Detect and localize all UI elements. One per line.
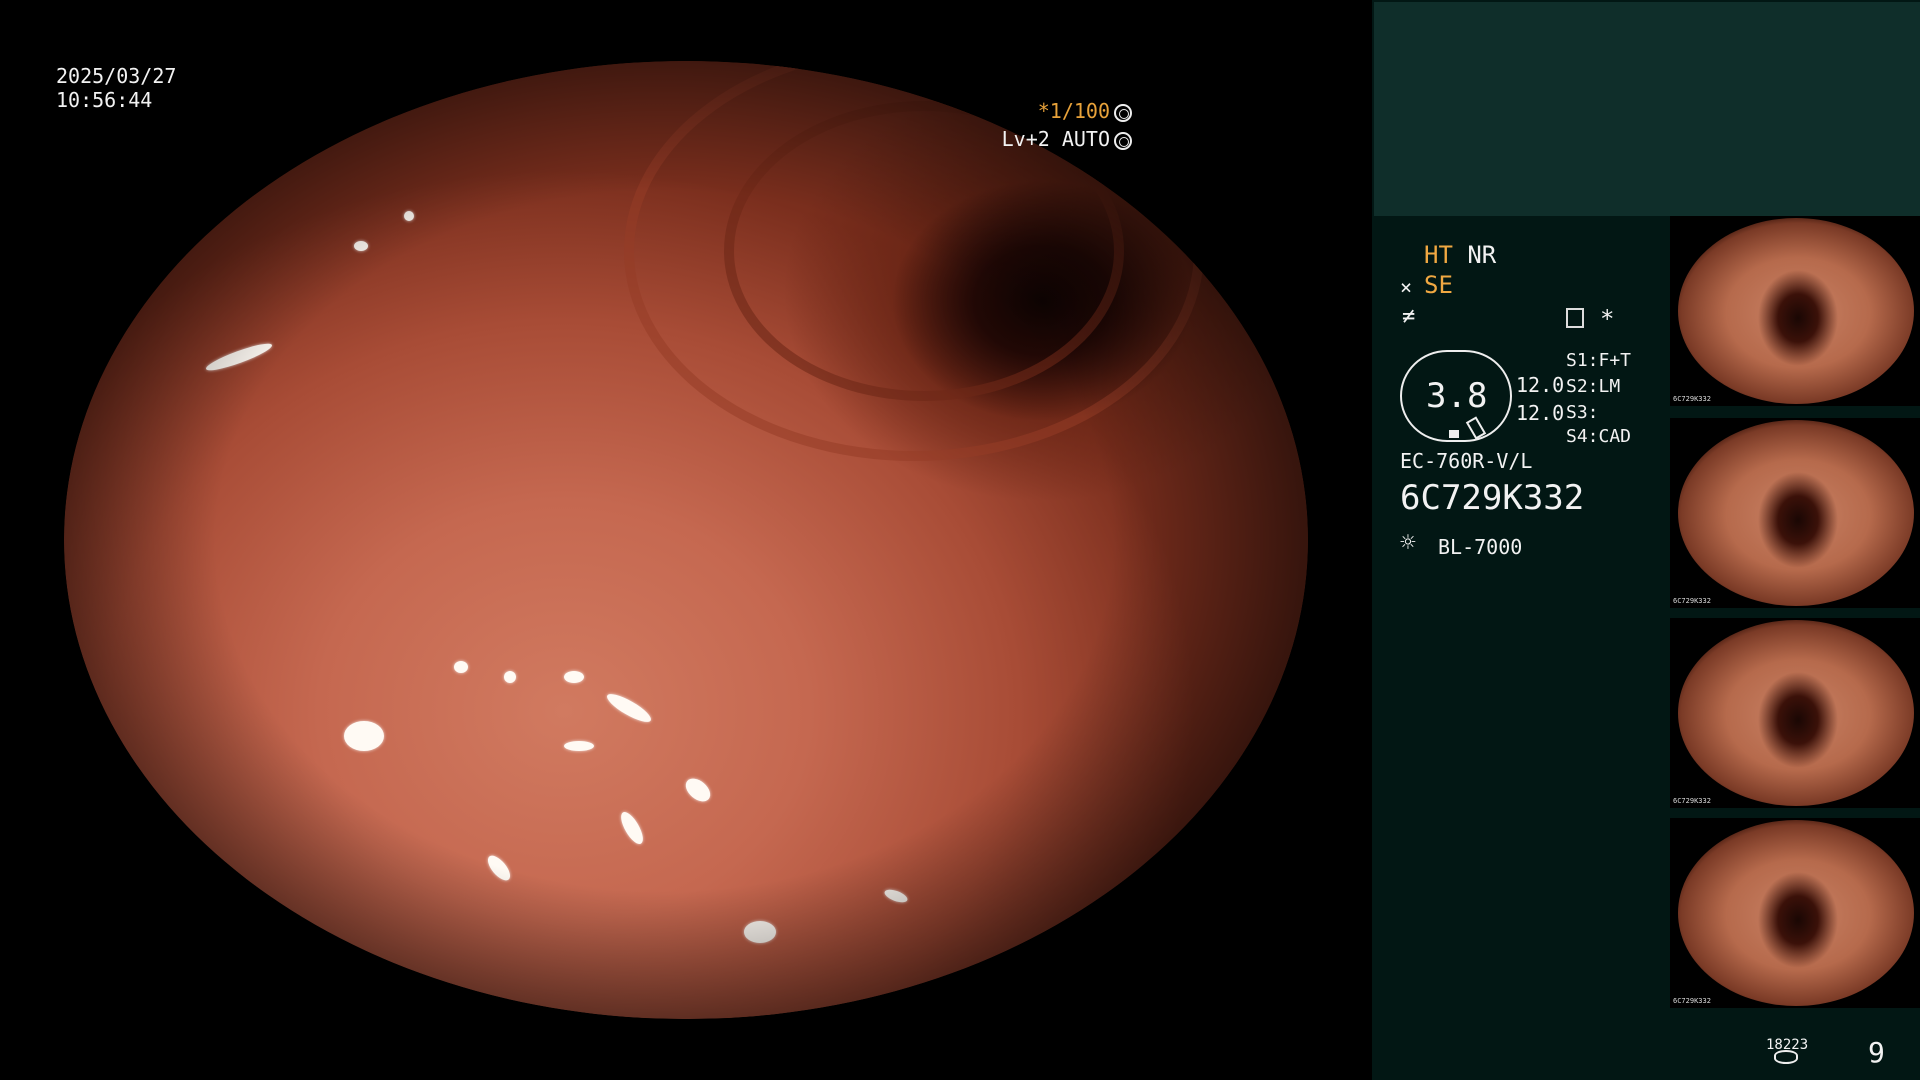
thumbnail-image	[1678, 820, 1914, 1006]
thumbnail-4[interactable]: 6C729K332	[1670, 818, 1920, 1008]
shutter-label: *1/100	[1037, 99, 1110, 123]
exam-time: 10:56:44	[56, 88, 153, 112]
auto-iris-icon	[1114, 131, 1132, 150]
se-label: SE	[1424, 271, 1453, 299]
thumbnail-3[interactable]: 6C729K332	[1670, 618, 1920, 808]
scope-serial: 6C729K332	[1400, 478, 1585, 518]
ht-nr-indicator: HT NR	[1424, 242, 1496, 268]
thumbnail-image	[1678, 620, 1914, 806]
s4-label: S4:CAD	[1566, 426, 1632, 447]
sun-icon: ☼	[1400, 528, 1416, 558]
specular-highlight	[603, 689, 655, 727]
thumbnail-2[interactable]: 6C729K332	[1670, 418, 1920, 608]
star-indicator: *	[1600, 305, 1615, 333]
scope-model: EC-760R-V/L	[1400, 449, 1533, 473]
specular-highlight	[744, 921, 776, 943]
gauge-value: 3.8	[1426, 376, 1488, 416]
endoscope-view: 2025/03/27 10:56:44 *1/100 Lv+2 AUTO	[0, 0, 1372, 1080]
specular-highlight	[483, 852, 515, 884]
thumbnail-image	[1678, 218, 1914, 404]
specular-highlight	[616, 808, 648, 848]
specular-highlight	[564, 671, 584, 683]
value-2: 12.0	[1516, 401, 1565, 425]
thumbnail-image	[1678, 420, 1914, 606]
gauge-marker	[1449, 430, 1459, 438]
specular-highlight	[204, 339, 274, 375]
specular-highlight	[454, 661, 468, 673]
s1-label: S1:F+T	[1566, 350, 1632, 371]
menu-icon	[1566, 308, 1584, 328]
specular-highlight	[564, 741, 594, 751]
se-wave-icon: ⨯	[1400, 275, 1413, 299]
f-icon: ≠	[1402, 304, 1416, 329]
light-source: BL-7000	[1438, 535, 1523, 559]
side-panel-header	[1374, 2, 1920, 216]
thumbnail-caption: 6C729K332	[1673, 395, 1711, 403]
exam-date: 2025/03/27	[56, 64, 177, 88]
shutter-rotate-icon	[1114, 103, 1132, 122]
specular-highlight	[504, 671, 516, 683]
nr-label: NR	[1467, 241, 1497, 269]
specular-highlight	[344, 721, 384, 751]
s3-label: S3:	[1566, 402, 1599, 423]
database-icon	[1774, 1050, 1798, 1064]
specular-highlight	[404, 211, 414, 221]
thumbnail-caption: 6C729K332	[1673, 797, 1711, 805]
ht-label: HT	[1424, 241, 1453, 269]
thumbnail-caption: 6C729K332	[1673, 597, 1711, 605]
s2-label: S2:LM	[1566, 376, 1621, 397]
specular-highlight	[883, 887, 909, 905]
value-1: 12.0	[1516, 373, 1565, 397]
brightness-level: Lv+2 AUTO	[1002, 127, 1132, 151]
specular-highlight	[681, 774, 715, 806]
thumbnail-caption: 6C729K332	[1673, 997, 1711, 1005]
thumbnail-1[interactable]: 6C729K332	[1670, 216, 1920, 406]
specular-highlight	[354, 241, 368, 251]
page-number: 9	[1868, 1036, 1885, 1069]
shutter-speed: *1/100	[1038, 99, 1132, 123]
level-label: Lv+2 AUTO	[1001, 127, 1110, 151]
endoscopic-image	[64, 61, 1308, 1019]
